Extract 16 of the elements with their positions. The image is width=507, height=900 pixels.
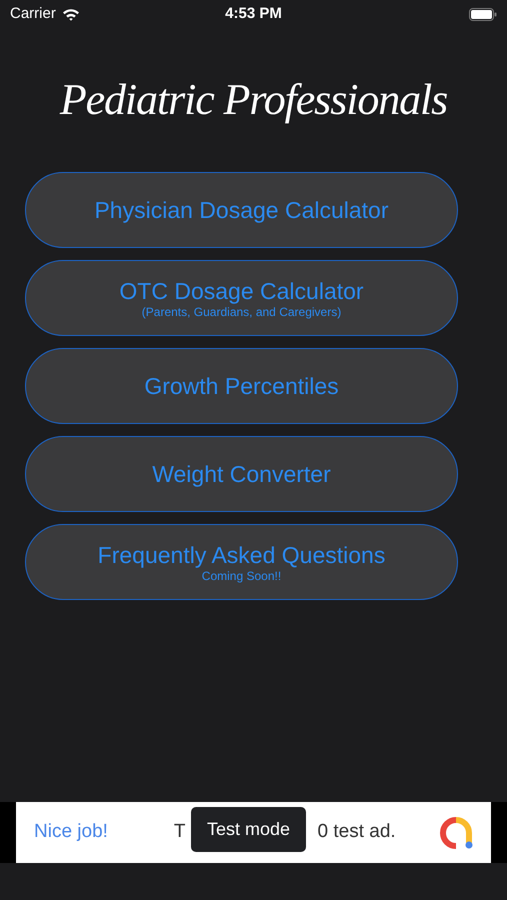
- menu-button[interactable]: OTC Dosage Calculator (Parents, Guardians, and Caregivers): [25, 260, 458, 336]
- menu-button[interactable]: Weight Converter: [25, 436, 458, 512]
- ad-banner[interactable]: Nice job! T Test mode 0 test ad.: [16, 802, 491, 863]
- clock-time: 4:53 PM: [225, 4, 282, 24]
- wifi-icon: [62, 8, 80, 20]
- menu-button[interactable]: Growth Percentiles: [25, 348, 458, 424]
- ad-headline: Nice job!: [34, 820, 108, 844]
- app-title: Pediatric Professionals: [60, 74, 448, 126]
- carrier-label: Carrier: [10, 4, 56, 24]
- battery-icon: [469, 8, 497, 20]
- menu-button[interactable]: Frequently Asked Questions Coming Soon!!: [25, 524, 458, 600]
- ad-text: T: [174, 820, 186, 844]
- menu-button[interactable]: Physician Dosage Calculator: [25, 172, 458, 248]
- ad-logo-icon: [439, 816, 473, 850]
- ad-text: 0 test ad.: [318, 820, 396, 844]
- test-mode-tooltip: Test mode: [191, 807, 306, 852]
